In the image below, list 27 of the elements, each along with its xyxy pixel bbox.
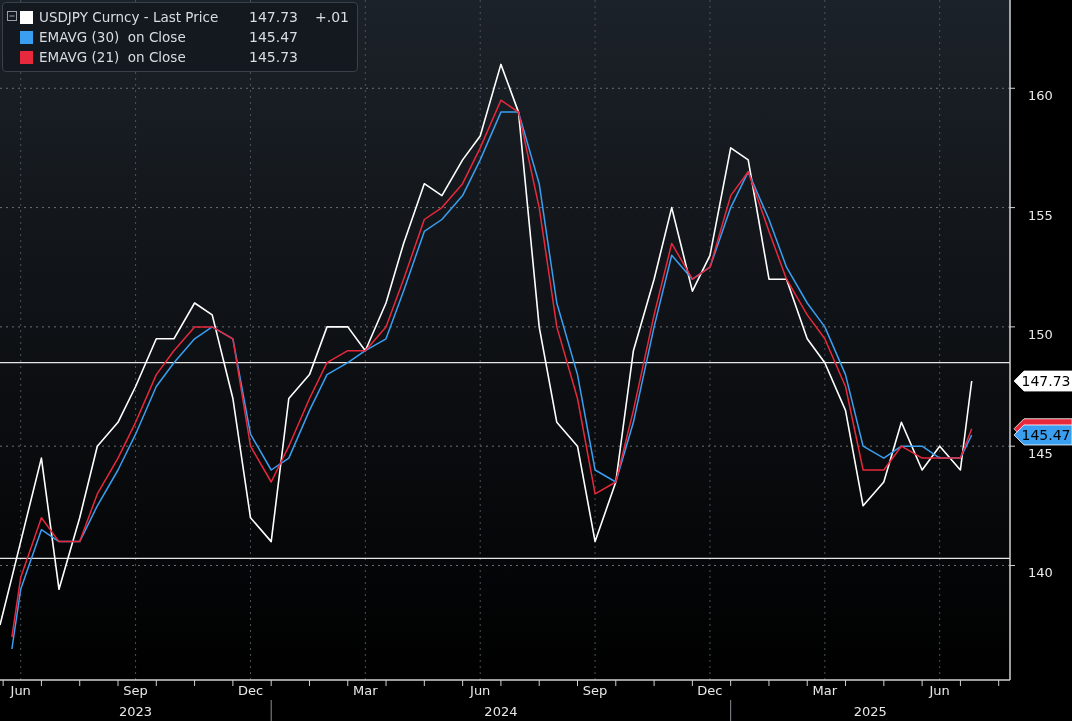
axis-label: 145: [1028, 446, 1053, 462]
axis-label: 150: [1028, 326, 1053, 342]
axis-label: 2025: [853, 704, 887, 719]
collapse-icon[interactable]: [7, 11, 17, 21]
price-tag: 145.47: [1013, 424, 1072, 446]
legend-value: 145.73: [249, 49, 299, 65]
axis-label: Jun: [470, 683, 491, 698]
axis-label: Dec: [237, 683, 264, 698]
legend-value: 145.47: [249, 29, 299, 45]
axis-label: 160: [1028, 88, 1053, 104]
axis-label: 155: [1028, 207, 1053, 223]
axis-label: 2024: [484, 704, 518, 719]
legend-label: USDJPY Curncy - Last Price: [39, 9, 220, 25]
legend-value: 147.73: [249, 9, 299, 25]
legend-label: EMAVG (30) on Close: [39, 29, 187, 45]
axis-label: Mar: [812, 683, 838, 698]
axis-label: Dec: [697, 683, 723, 698]
axis-label: Jun: [10, 683, 31, 698]
legend-label: EMAVG (21) on Close: [39, 49, 187, 65]
axis-label: 140: [1028, 565, 1053, 581]
axis-label: 2023: [119, 704, 153, 719]
price-tag: 147.73: [1013, 370, 1072, 392]
axis-label: Jun: [929, 683, 950, 698]
axis-label: Sep: [123, 683, 148, 698]
legend-change: +.01: [315, 9, 349, 25]
axis-label: Mar: [353, 683, 378, 698]
axis-label: Sep: [582, 683, 608, 698]
